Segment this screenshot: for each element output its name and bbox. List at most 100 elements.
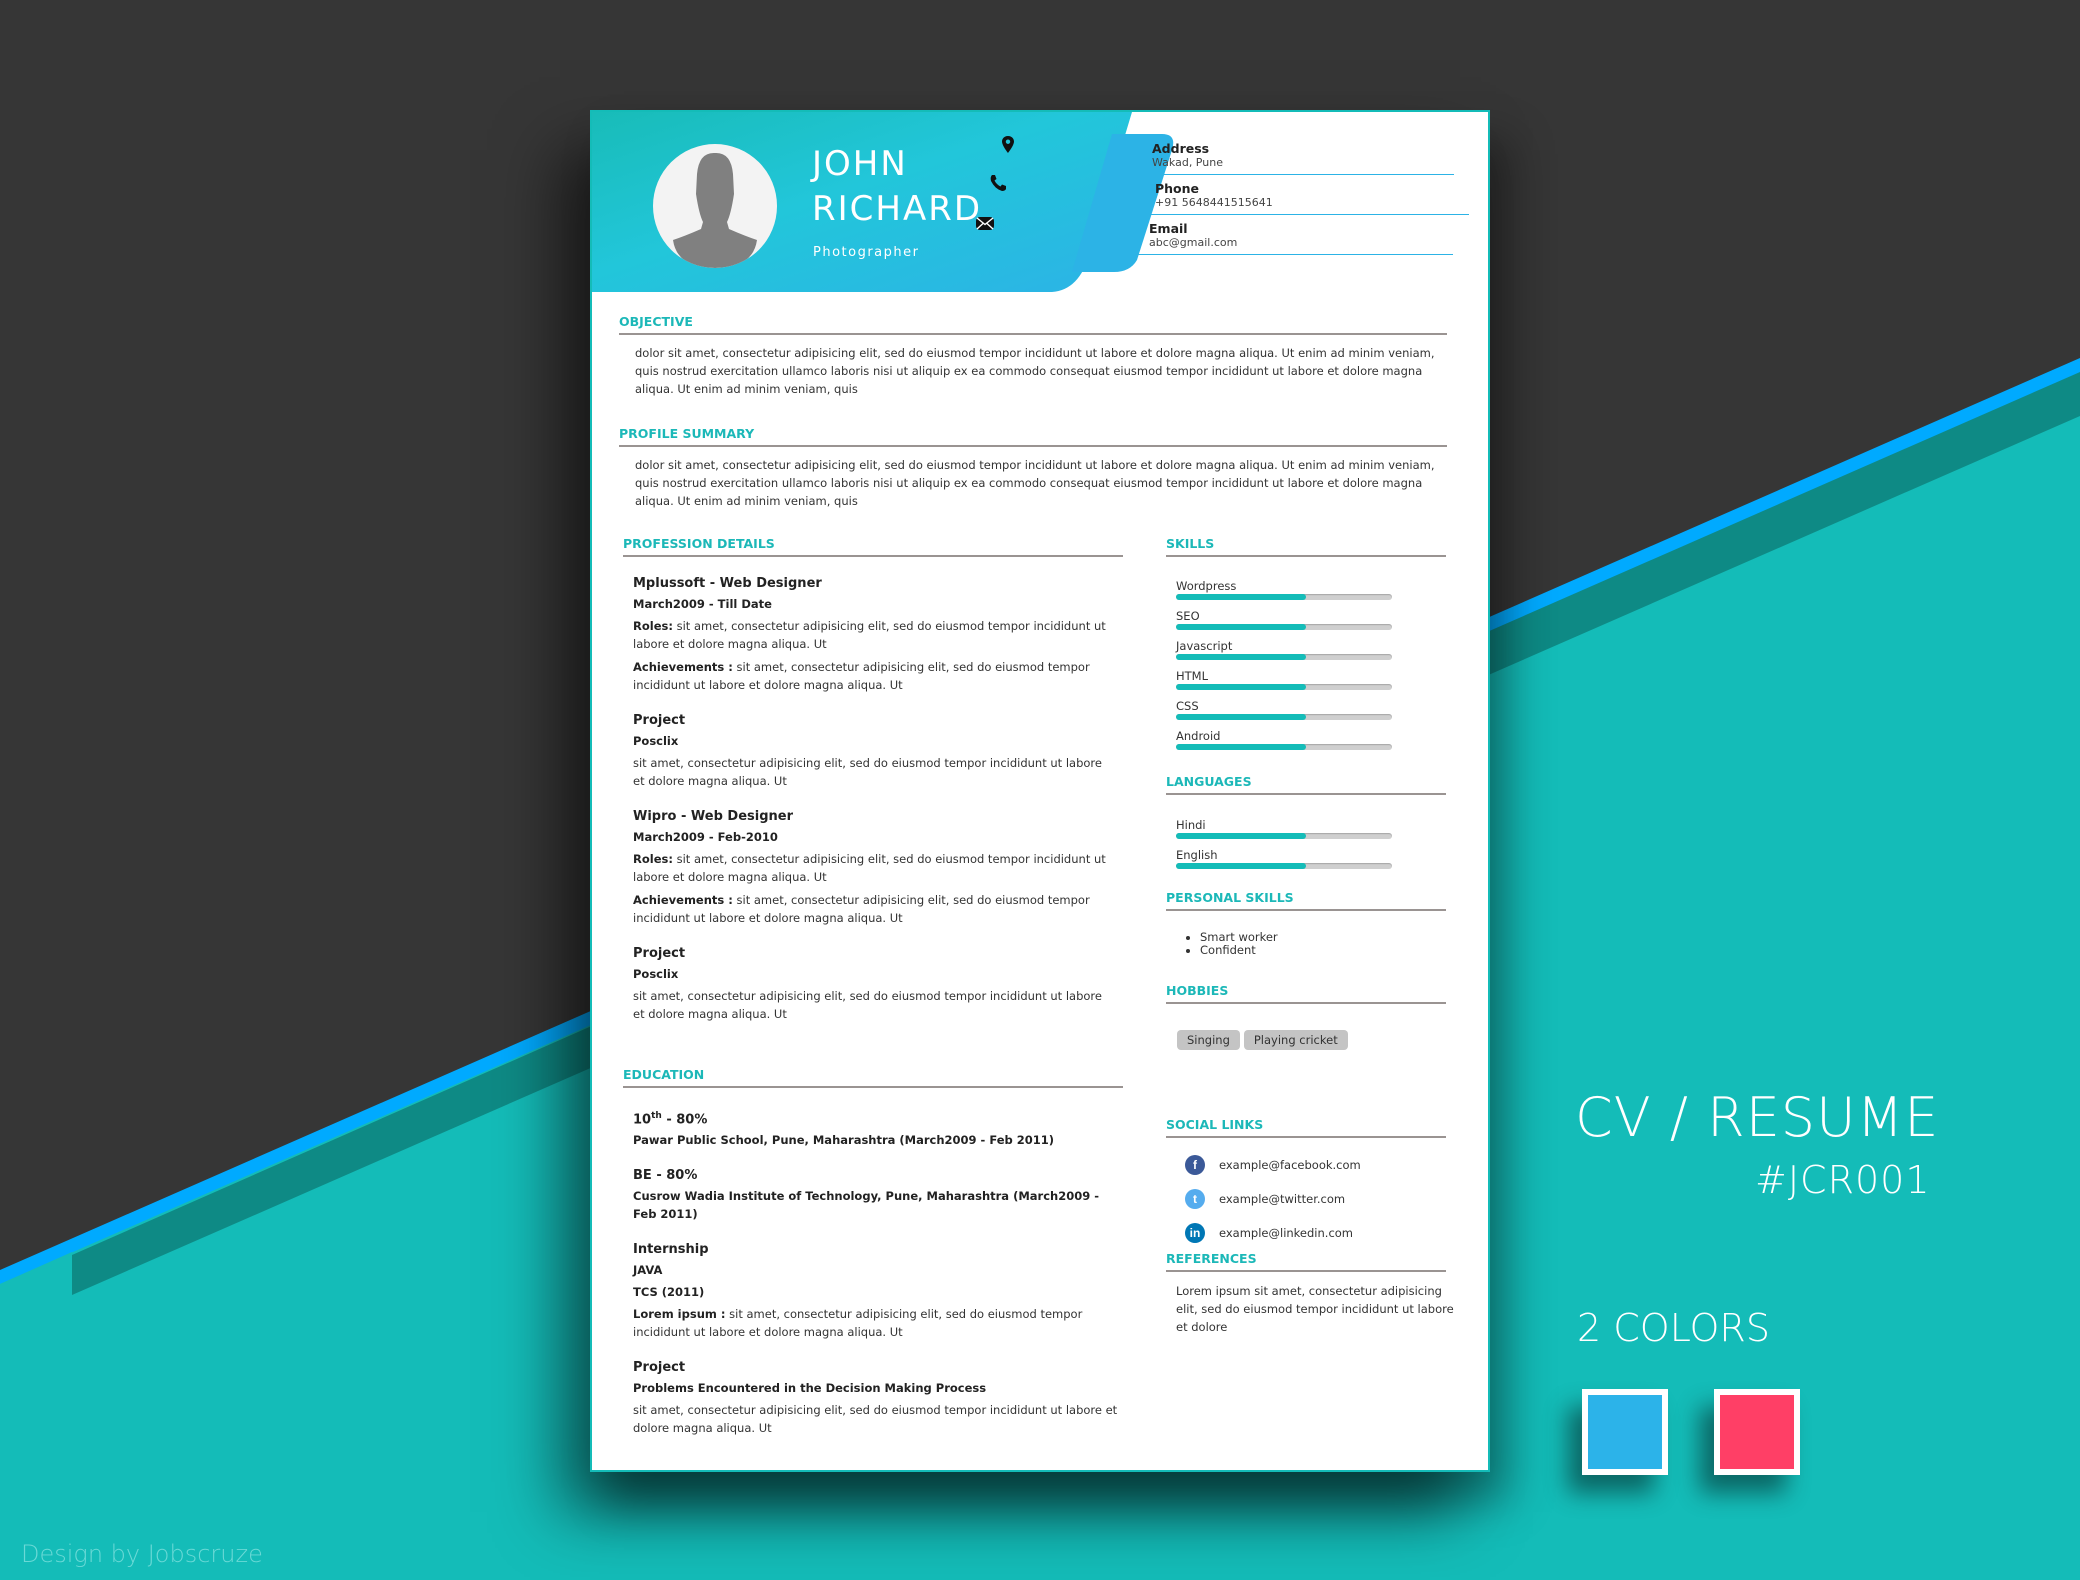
last-name: RICHARD	[812, 189, 983, 229]
contact-value[interactable]: +91 5648441515641	[1155, 196, 1469, 209]
skill-level-bar	[1176, 714, 1392, 720]
profession-list: Mplussoft - Web Designer March2009 - Til…	[633, 575, 1113, 1041]
skill-level-fill	[1176, 594, 1306, 600]
section-divider	[1166, 1136, 1446, 1138]
skill-level-fill	[1176, 744, 1306, 750]
social-link-text[interactable]: example@twitter.com	[1219, 1192, 1345, 1206]
section-divider	[1166, 909, 1446, 911]
roles-text: sit amet, consectetur adipisicing elit, …	[633, 619, 1106, 651]
section-title-profession: PROFESSION DETAILS	[623, 536, 775, 551]
section-title-languages: LANGUAGES	[1166, 774, 1252, 789]
languages-list: Hindi English	[1176, 818, 1436, 878]
contact-phone: Phone +91 5648441515641	[1117, 182, 1469, 215]
person-silhouette-icon	[673, 152, 757, 268]
skill-item: Wordpress	[1176, 579, 1436, 609]
section-divider	[1166, 1002, 1446, 1004]
section-divider	[623, 1086, 1123, 1088]
contact-email: Email abc@gmail.com	[1107, 222, 1453, 255]
objective-text: dolor sit amet, consectetur adipisicing …	[635, 346, 1435, 396]
education-heading: 10th - 80%	[633, 1107, 1123, 1129]
section-divider	[619, 333, 1447, 335]
skill-level-fill	[1176, 654, 1306, 660]
score: - 80%	[661, 1112, 708, 1128]
facebook-icon: f	[1185, 1155, 1205, 1175]
skill-name: Wordpress	[1176, 579, 1237, 593]
education-entry: BE - 80% Cusrow Wadia Institute of Techn…	[633, 1167, 1123, 1223]
skill-name: HTML	[1176, 669, 1209, 683]
achievements-label: Achievements :	[633, 893, 733, 907]
twitter-icon: t	[1185, 1189, 1205, 1209]
skill-level-bar	[1176, 594, 1392, 600]
job-heading: Mplussoft - Web Designer	[633, 576, 822, 591]
contact-label: Address	[1152, 141, 1210, 156]
color-swatch-blue[interactable]	[1582, 1389, 1668, 1475]
social-link[interactable]: f example@facebook.com	[1185, 1148, 1445, 1182]
skill-level-bar	[1176, 654, 1392, 660]
social-links-list: f example@facebook.com t example@twitter.co…	[1185, 1148, 1445, 1250]
envelope-icon	[974, 212, 996, 234]
section-title-objective: OBJECTIVE	[619, 314, 693, 329]
skill-name: SEO	[1176, 609, 1200, 623]
language-item: English	[1176, 848, 1436, 878]
job-entry: Wipro - Web Designer March2009 - Feb-201…	[633, 808, 1113, 927]
contact-label: Email	[1149, 221, 1188, 236]
project-heading: Project	[633, 713, 686, 728]
section-title-education: EDUCATION	[623, 1067, 705, 1082]
contact-value[interactable]: abc@gmail.com	[1149, 236, 1453, 249]
promo-code: #JCR001	[1755, 1158, 1931, 1202]
social-link-text[interactable]: example@facebook.com	[1219, 1158, 1361, 1172]
hobby-tag: Singing	[1177, 1030, 1240, 1050]
promo-title: CV / RESUME	[1575, 1086, 1940, 1149]
job-roles: Roles: sit amet, consectetur adipisicing…	[633, 617, 1113, 653]
roles-text: sit amet, consectetur adipisicing elit, …	[633, 852, 1106, 884]
achievements-label: Achievements :	[633, 660, 733, 674]
skill-item: SEO	[1176, 609, 1436, 639]
project-text: sit amet, consectetur adipisicing elit, …	[633, 1403, 1118, 1436]
candidate-role: Photographer	[813, 245, 920, 260]
social-link[interactable]: t example@twitter.com	[1185, 1182, 1445, 1216]
language-name: English	[1176, 848, 1218, 862]
language-level-fill	[1176, 833, 1306, 839]
roles-label: Roles:	[633, 619, 673, 633]
resume-sheet: JOHN RICHARD Photographer Address Wakad,…	[590, 110, 1490, 1472]
language-level-fill	[1176, 863, 1306, 869]
header-banner: JOHN RICHARD Photographer	[592, 112, 1174, 292]
background-teal-left	[0, 1252, 72, 1580]
project-text: sit amet, consectetur adipisicing elit, …	[633, 756, 1102, 788]
language-level-bar	[1176, 833, 1392, 839]
education-detail: Cusrow Wadia Institute of Technology, Pu…	[633, 1189, 1099, 1222]
candidate-name: JOHN RICHARD	[812, 142, 982, 232]
education-list: 10th - 80% Pawar Public School, Pune, Ma…	[633, 1107, 1123, 1455]
personal-skills-list: Smart worker Confident	[1166, 931, 1426, 957]
section-divider	[1166, 1270, 1446, 1272]
contact-value[interactable]: Wakad, Pune	[1152, 156, 1454, 169]
section-divider	[619, 445, 1447, 447]
skill-name: Javascript	[1176, 639, 1233, 653]
roles-label: Roles:	[633, 852, 673, 866]
section-title-skills: SKILLS	[1166, 536, 1215, 551]
hobby-tag: Playing cricket	[1243, 1030, 1348, 1050]
first-name: JOHN	[812, 144, 908, 184]
color-swatch-pink[interactable]	[1714, 1389, 1800, 1475]
social-link[interactable]: in example@linkedin.com	[1185, 1216, 1445, 1250]
avatar	[653, 144, 777, 268]
skill-item: Javascript	[1176, 639, 1436, 669]
job-period: March2009 - Till Date	[633, 597, 772, 611]
skill-level-bar	[1176, 624, 1392, 630]
hobbies-list: Singing Playing cricket	[1177, 1029, 1447, 1050]
project-text: sit amet, consectetur adipisicing elit, …	[633, 989, 1102, 1021]
job-heading: Wipro - Web Designer	[633, 809, 794, 824]
skills-list: Wordpress SEO Javascript HTML CSS Android	[1176, 579, 1436, 759]
job-roles: Roles: sit amet, consectetur adipisicing…	[633, 850, 1113, 886]
section-title-profile-summary: PROFILE SUMMARY	[619, 426, 755, 441]
job-period: March2009 - Feb-2010	[633, 830, 778, 844]
project-heading: Project	[633, 1360, 686, 1376]
degree-suffix: th	[651, 1111, 662, 1121]
section-title-personal-skills: PERSONAL SKILLS	[1166, 890, 1294, 905]
project-entry: Project Posclix sit amet, consectetur ad…	[633, 712, 1113, 790]
internship-heading: Internship	[633, 1242, 709, 1258]
social-link-text[interactable]: example@linkedin.com	[1219, 1226, 1353, 1240]
education-detail: Pawar Public School, Pune, Maharashtra (…	[633, 1133, 1055, 1148]
internship-company: TCS (2011)	[633, 1285, 705, 1300]
education-heading: BE - 80%	[633, 1168, 698, 1184]
